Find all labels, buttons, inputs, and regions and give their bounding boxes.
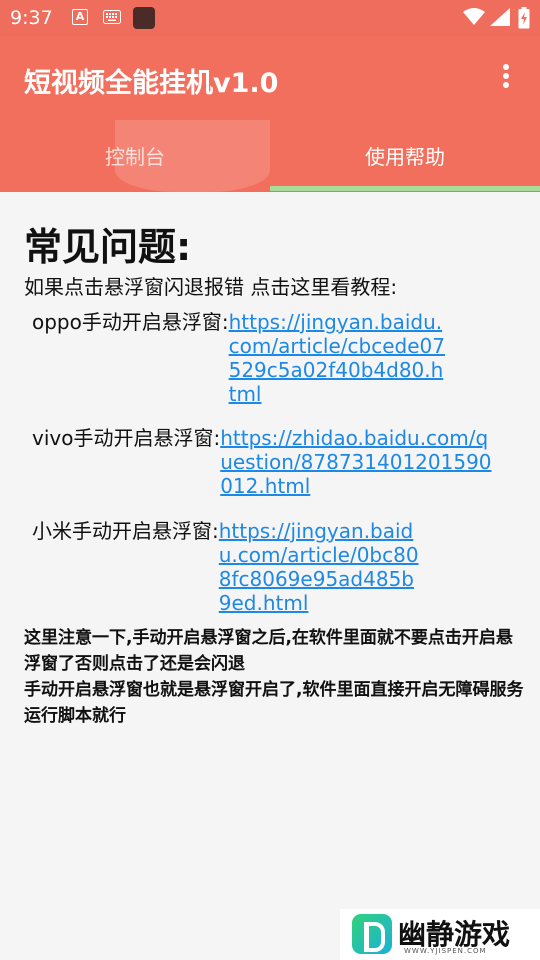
more-vert-icon[interactable] [494,64,518,94]
tab-bar: 控制台 使用帮助 [0,120,540,192]
xiaomi-link[interactable]: https://jingyan.baidu.com/article/0bc808… [219,519,424,615]
watermark: 幽静游戏 WWW.YJISPEN.COM [340,909,540,960]
vivo-entry: vivo手动开启悬浮窗: https://zhidao.baidu.com/qu… [32,426,500,498]
tab-indicator [270,186,540,191]
app-square-icon [133,7,155,29]
vivo-link[interactable]: https://zhidao.baidu.com/question/878731… [220,426,500,498]
tab-console[interactable]: 控制台 [0,120,270,192]
oppo-entry: oppo手动开启悬浮窗: https://jingyan.baidu.com/a… [32,310,447,406]
wifi-icon [463,8,485,30]
note-text-1: 这里注意一下,手动开启悬浮窗之后,在软件里面就不要点击开启悬浮窗了否则点击了还是… [24,628,513,674]
xiaomi-label: 小米手动开启悬浮窗: [32,519,219,543]
note-text-2: 手动开启悬浮窗也就是悬浮窗开启了,软件里面直接开启无障碍服务运行脚本就行 [24,680,524,726]
watermark-subtext: WWW.YJISPEN.COM [404,947,487,955]
xiaomi-entry: 小米手动开启悬浮窗: https://jingyan.baidu.com/art… [32,519,424,615]
oppo-link[interactable]: https://jingyan.baidu.com/article/cbcede… [229,310,447,406]
oppo-label: oppo手动开启悬浮窗: [32,310,229,334]
a-icon: A [72,9,88,25]
vivo-label: vivo手动开启悬浮窗: [32,426,221,450]
signal-icon [490,8,510,30]
faq-heading: 常见问题: [24,225,192,269]
status-bar: 9:37 A [0,0,540,36]
app-bar: 短视频全能挂机v1.0 [0,36,540,120]
intro-text: 如果点击悬浮窗闪退报错 点击这里看教程: [24,275,398,299]
tab-help[interactable]: 使用帮助 [270,120,540,192]
app-title: 短视频全能挂机v1.0 [24,68,279,99]
watermark-logo-icon [352,914,392,954]
battery-charging-icon [518,7,530,33]
status-time: 9:37 [10,7,53,29]
keyboard-icon [103,9,121,25]
